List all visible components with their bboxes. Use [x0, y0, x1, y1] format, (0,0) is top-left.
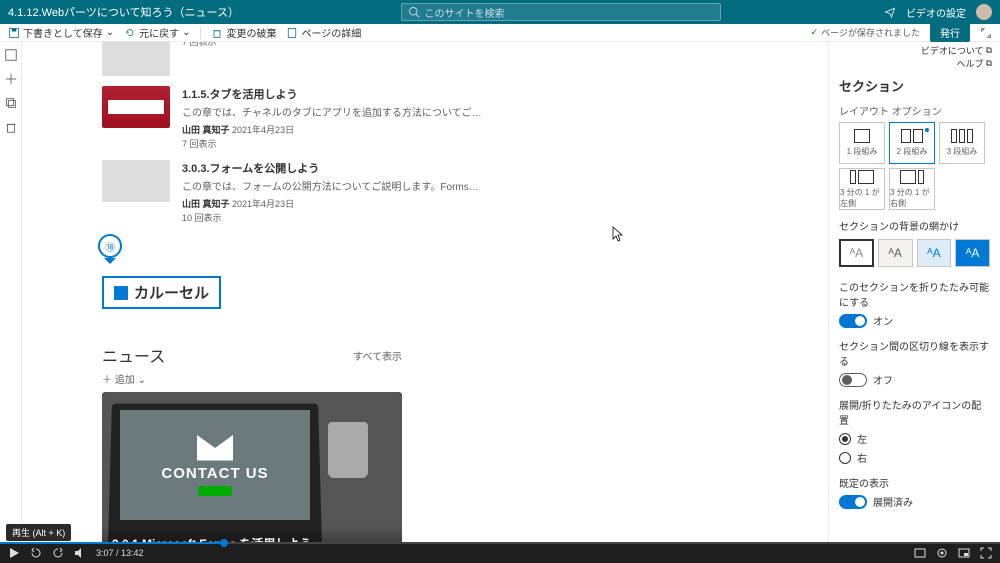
details-icon	[286, 27, 298, 39]
play-icon[interactable]	[8, 547, 20, 559]
video-player-bar: 3:07 / 13:42	[0, 543, 1000, 563]
search-box[interactable]: このサイトを検索	[401, 3, 721, 21]
layout-third-left[interactable]: 3 分の 1 が左側	[839, 168, 885, 210]
gear-icon[interactable]	[936, 547, 948, 559]
radio-right[interactable]	[839, 452, 851, 464]
list-item[interactable]: 3.0.3.フォームを公開しよう この章では、フォームの公開方法についてご説明し…	[102, 160, 828, 224]
popout-icon: ⧉	[986, 58, 992, 69]
envelope-icon	[197, 435, 233, 461]
expand-icon[interactable]	[980, 27, 992, 39]
pip-icon[interactable]	[958, 547, 970, 559]
volume-icon[interactable]	[74, 547, 86, 559]
fullscreen-icon[interactable]	[980, 547, 992, 559]
section-icon[interactable]	[4, 48, 18, 62]
screen-graphic: CONTACT US	[120, 410, 310, 520]
item-desc: この章では、フォームの公開方法についてご説明します。Forms…	[182, 178, 479, 193]
popout-icon: ⧉	[986, 45, 992, 56]
layout-1col[interactable]: 1 段組み	[839, 122, 885, 164]
divider-toggle[interactable]	[839, 373, 867, 387]
panel-heading: セクション	[829, 72, 1000, 103]
progress-bar[interactable]	[0, 542, 1000, 544]
cursor-icon	[612, 226, 624, 242]
collapse-label: このセクションを折りたたみ可能にする	[829, 271, 1000, 311]
expanded-toggle[interactable]	[839, 495, 867, 509]
card-title: 3.0.1.Microsoft Forms を活用しよう	[102, 527, 402, 543]
list-item[interactable]: 1.1.5.タブを活用しよう この章では、チャネルのタブにアプリを追加する方法に…	[102, 86, 828, 150]
publish-button[interactable]: 発行	[930, 23, 970, 42]
layout-2col[interactable]: 2 段組み	[889, 122, 935, 164]
share-icon[interactable]	[884, 6, 896, 18]
radio-left[interactable]	[839, 433, 851, 445]
divider-label: セクション間の区切り線を表示する	[829, 330, 1000, 370]
bg-none[interactable]: ᴬA	[839, 239, 874, 267]
chevron-down-icon: ⌄	[138, 375, 146, 386]
square-bullet-icon	[114, 286, 128, 300]
thumbnail	[102, 42, 170, 76]
chevron-down-icon: ⌄	[182, 27, 190, 38]
tutorial-callout: ⑱	[98, 234, 122, 258]
rewind-icon[interactable]	[30, 547, 42, 559]
search-placeholder: このサイトを検索	[424, 5, 504, 20]
cc-icon[interactable]	[914, 547, 926, 559]
page-details-button[interactable]: ページの詳細	[286, 25, 361, 40]
carousel-heading: カルーセル	[102, 276, 221, 309]
layout-3col[interactable]: 3 段組み	[939, 122, 985, 164]
left-rail	[0, 42, 22, 543]
search-icon	[408, 6, 420, 18]
video-settings-link[interactable]: ビデオの設定	[906, 5, 966, 20]
suite-header: 4.1.12.Webパーツについて知ろう（ニュース） このサイトを検索 ビデオの…	[0, 0, 1000, 24]
thumbnail	[102, 86, 170, 128]
discard-button[interactable]: 変更の破棄	[211, 25, 276, 40]
time-display: 3:07 / 13:42	[96, 548, 144, 558]
save-icon	[8, 27, 20, 39]
undo-icon	[124, 27, 136, 39]
thumbnail	[102, 160, 170, 202]
video-about-link[interactable]: ビデオについて ⧉	[921, 44, 992, 57]
editing-canvas: 7 回表示 1.1.5.タブを活用しよう この章では、チャネルのタブにアプリを追…	[22, 42, 828, 543]
collapse-toggle[interactable]	[839, 314, 867, 328]
cta-graphic	[198, 486, 232, 496]
chevron-down-icon: ⌄	[106, 27, 114, 38]
page-title: 4.1.12.Webパーツについて知ろう（ニュース）	[8, 4, 239, 20]
bg-soft[interactable]: ᴬA	[917, 239, 952, 267]
avatar[interactable]	[976, 4, 992, 20]
news-heading: ニュース	[102, 343, 165, 367]
property-panel: ビデオについて ⧉ ヘルプ ⧉ セクション レイアウト オプション 1 段組み …	[828, 42, 1000, 543]
separator	[200, 27, 201, 39]
add-news-button[interactable]: ＋ 追加 ⌄	[102, 371, 828, 386]
progress-knob[interactable]	[220, 539, 228, 547]
default-display-label: 既定の表示	[829, 467, 1000, 492]
help-link[interactable]: ヘルプ ⧉	[957, 57, 992, 70]
add-icon[interactable]	[4, 72, 18, 86]
item-desc: この章では、チャネルのタブにアプリを追加する方法についてご…	[182, 104, 482, 119]
bg-strong[interactable]: ᴬA	[955, 239, 990, 267]
glass-graphic	[328, 422, 368, 478]
bg-neutral[interactable]: ᴬA	[878, 239, 913, 267]
delete-icon[interactable]	[4, 120, 18, 134]
see-all-link[interactable]: すべて表示	[353, 348, 402, 363]
layout-third-right[interactable]: 3 分の 1 が右側	[889, 168, 935, 210]
icon-pos-label: 展開/折りたたみのアイコンの配置	[829, 389, 1000, 429]
trash-icon	[211, 27, 223, 39]
bg-label: セクションの背景の網かけ	[829, 210, 1000, 235]
list-item[interactable]: 7 回表示	[102, 42, 828, 76]
play-tooltip: 再生 (Alt + K)	[6, 524, 71, 541]
undo-button[interactable]: 元に戻す ⌄	[124, 25, 190, 40]
item-title: 1.1.5.タブを活用しよう	[182, 86, 482, 102]
carousel-card[interactable]: CONTACT US 3.0.1.Microsoft Forms を活用しよう	[102, 392, 402, 543]
saved-status: ✓ ページが保存されました	[811, 26, 920, 39]
copy-icon[interactable]	[4, 96, 18, 110]
save-draft-button[interactable]: 下書きとして保存 ⌄	[8, 25, 114, 40]
forward-icon[interactable]	[52, 547, 64, 559]
item-title: 3.0.3.フォームを公開しよう	[182, 160, 479, 176]
command-bar: 下書きとして保存 ⌄ 元に戻す ⌄ 変更の破棄 ページの詳細 ✓ ページが保存さ…	[0, 24, 1000, 42]
layout-label: レイアウト オプション	[829, 103, 1000, 122]
